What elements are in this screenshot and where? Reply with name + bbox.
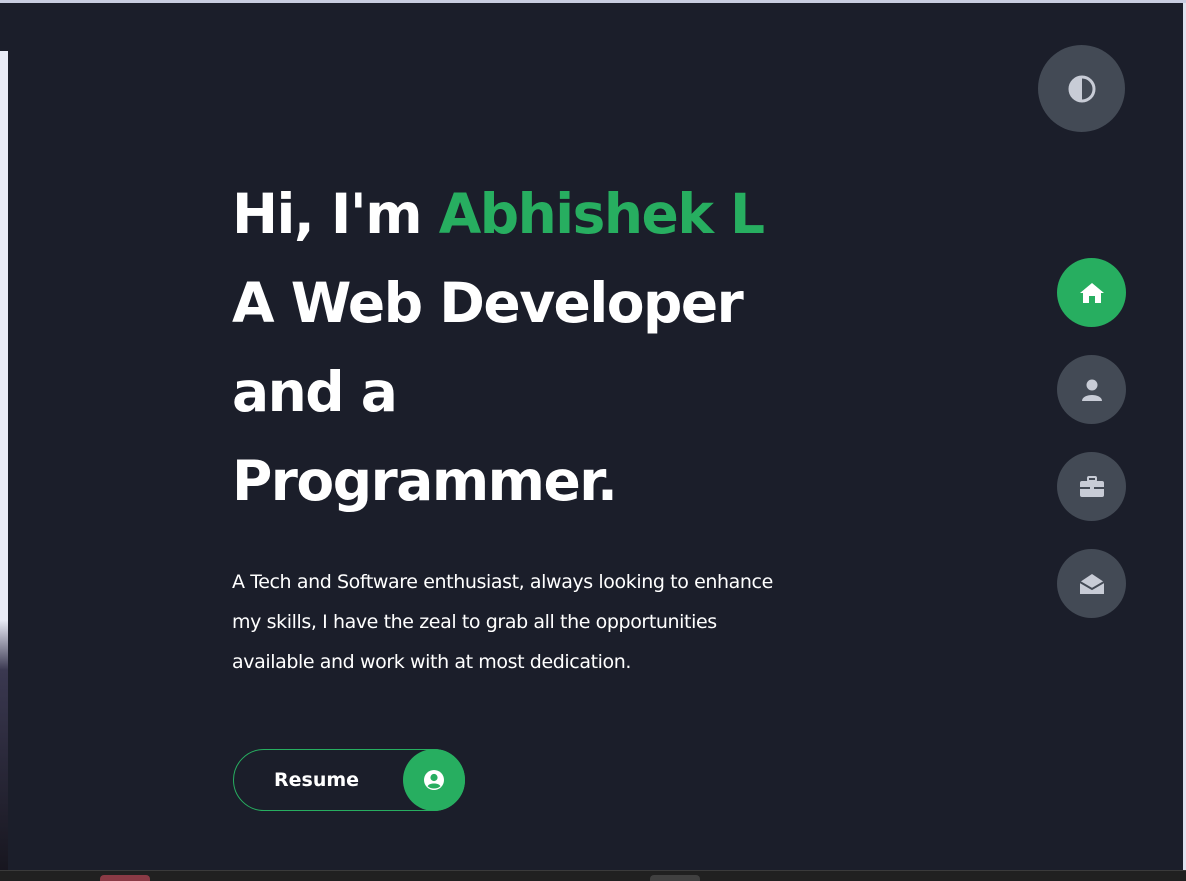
resume-icon-circle: [403, 749, 465, 811]
hero-section: Hi, I'm Abhishek L A Web Developer and a…: [232, 170, 812, 682]
side-navigation: [1057, 258, 1126, 646]
taskbar-item[interactable]: [100, 875, 150, 881]
name-text: Abhishek L: [438, 182, 765, 246]
role-line-2: and a: [232, 360, 398, 424]
hero-headline: Hi, I'm Abhishek L A Web Developer and a…: [232, 170, 812, 526]
headline-line-1: Hi, I'm Abhishek L: [232, 170, 812, 259]
role-line-1: A Web Developer: [232, 271, 744, 335]
nav-home-button[interactable]: [1057, 258, 1126, 327]
user-icon: [1081, 379, 1102, 401]
left-page-edge-shadow: [0, 620, 8, 871]
nav-portfolio-button[interactable]: [1057, 452, 1126, 521]
resume-button-label: Resume: [274, 769, 360, 791]
theme-toggle-button[interactable]: [1038, 45, 1125, 132]
portfolio-window: Hi, I'm Abhishek L A Web Developer and a…: [0, 0, 1186, 881]
taskbar-item[interactable]: [650, 875, 700, 881]
intro-paragraph: A Tech and Software enthusiast, always l…: [232, 571, 773, 673]
nav-contact-button[interactable]: [1057, 549, 1126, 618]
briefcase-icon: [1079, 475, 1104, 497]
envelope-open-icon: [1078, 573, 1105, 594]
taskbar-strip: [0, 870, 1186, 881]
role-line-3: Programmer.: [232, 449, 618, 513]
resume-button[interactable]: Resume: [233, 749, 465, 811]
contrast-icon: [1068, 75, 1095, 102]
user-circle-icon: [424, 770, 444, 790]
window-top-edge: [0, 0, 1186, 3]
nav-about-button[interactable]: [1057, 355, 1126, 424]
home-icon: [1079, 282, 1104, 303]
greeting-text: Hi, I'm: [232, 182, 439, 246]
